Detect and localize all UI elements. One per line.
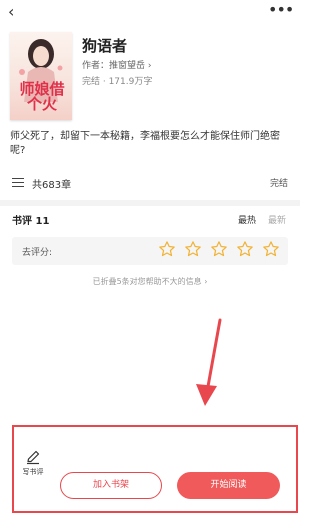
- star-rating: [155, 240, 280, 262]
- rating-box: 去评分:: [12, 237, 288, 265]
- top-bar: ‹ •••: [0, 0, 300, 26]
- more-options-icon[interactable]: •••: [268, 2, 294, 23]
- star-icon[interactable]: [158, 240, 176, 258]
- star-icon[interactable]: [210, 240, 228, 258]
- chevron-right-icon: ›: [147, 61, 152, 71]
- rate-label: 去评分:: [22, 248, 53, 258]
- completion-status: 完结: [269, 179, 288, 189]
- word-count: 完结 · 171.9万字: [82, 77, 153, 87]
- cover-title: 师娘借个火: [19, 80, 65, 113]
- reviews-title: 书评 11: [12, 216, 50, 227]
- book-description[interactable]: 师父死了，却留下一本秘籍，李福根要怎么才能保住师门绝密呢?: [10, 130, 292, 158]
- red-arrow-annotation: [196, 318, 222, 406]
- star-icon[interactable]: [184, 240, 202, 258]
- chapter-list-row[interactable]: 共683章 完结: [0, 168, 300, 196]
- write-review-label: 写书评: [22, 468, 44, 476]
- author-name: 推窗望岳: [109, 61, 146, 71]
- folded-reviews-link[interactable]: 已折叠5条对您帮助不大的信息 ›: [0, 276, 300, 287]
- section-divider: [0, 200, 300, 206]
- sort-new-tab[interactable]: 最新: [268, 213, 286, 226]
- book-cover[interactable]: 师娘借个火: [10, 32, 72, 120]
- star-icon[interactable]: [262, 240, 280, 258]
- author-label: 作者：: [82, 61, 110, 71]
- chapter-count: 共683章: [32, 180, 72, 191]
- star-icon[interactable]: [236, 240, 254, 258]
- highlight-box-annotation: [12, 425, 298, 513]
- start-reading-button[interactable]: 开始阅读: [177, 472, 280, 499]
- author-link[interactable]: 作者：推窗望岳 ›: [82, 58, 152, 71]
- book-title: 狗语者: [82, 37, 128, 55]
- write-review-button[interactable]: 写书评: [20, 449, 46, 479]
- reviews-header: 书评 11 最热 最新: [0, 210, 300, 230]
- add-to-shelf-button[interactable]: 加入书架: [60, 472, 162, 499]
- sort-hot-tab[interactable]: 最热: [238, 213, 256, 226]
- menu-list-icon: [12, 178, 24, 187]
- back-icon[interactable]: ‹: [8, 3, 28, 23]
- pencil-icon: [27, 450, 40, 465]
